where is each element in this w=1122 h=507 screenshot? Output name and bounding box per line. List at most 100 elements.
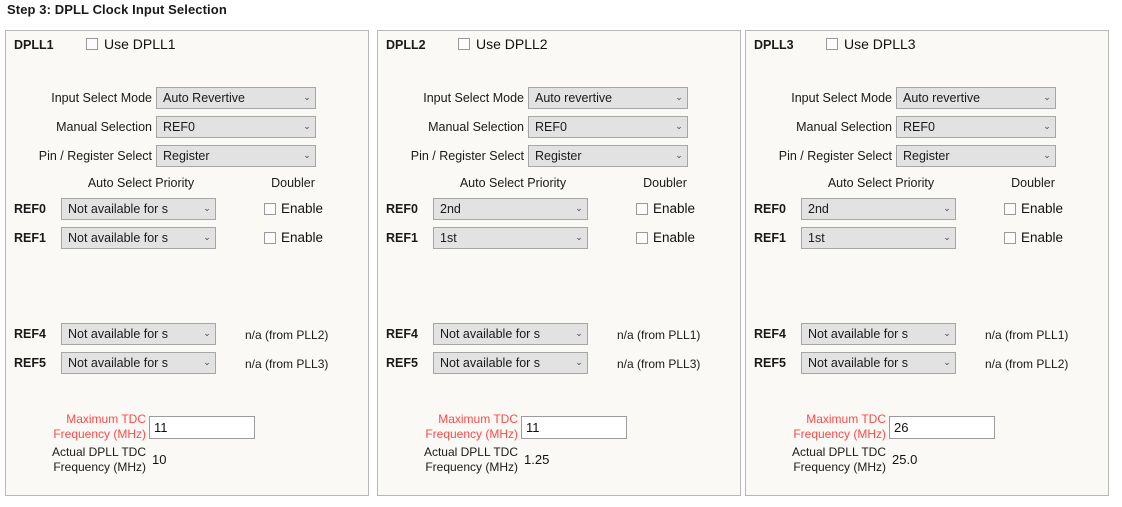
use-dpll-checkbox-1[interactable] (86, 38, 98, 50)
ref-label-ref1-3: REF1 (754, 231, 786, 245)
panel-header-3: DPLL3Use DPLL3 (746, 36, 1108, 58)
doubler-row-ref1-1[interactable]: Enable (264, 230, 323, 245)
max-tdc-frequency-label-1: Maximum TDCFrequency (MHz) (16, 412, 146, 442)
doubler-checkbox-ref0-1[interactable] (264, 203, 276, 215)
doubler-header-3: Doubler (978, 176, 1088, 190)
priority-select-ref5-3-value: Not available for s (802, 356, 939, 370)
chevron-down-icon: ⌄ (199, 329, 215, 340)
panel-title-2: DPLL2 (386, 38, 426, 52)
ref-label-ref4-2: REF4 (386, 327, 418, 341)
max-tdc-label-line2-3: Frequency (MHz) (756, 427, 886, 442)
ref-label-ref1-1: REF1 (14, 231, 46, 245)
ref-label-ref4-1: REF4 (14, 327, 46, 341)
doubler-row-ref1-2[interactable]: Enable (636, 230, 695, 245)
priority-select-ref0-3[interactable]: 2nd⌄ (801, 198, 956, 220)
chevron-down-icon: ⌄ (1039, 93, 1055, 104)
pin-register-select-label-3: Pin / Register Select (756, 149, 892, 163)
pin-register-select-label-1: Pin / Register Select (16, 149, 152, 163)
chevron-down-icon: ⌄ (571, 358, 587, 369)
step-title: Step 3: DPLL Clock Input Selection (7, 2, 227, 17)
doubler-row-ref1-3[interactable]: Enable (1004, 230, 1063, 245)
doubler-checkbox-ref1-2[interactable] (636, 232, 648, 244)
chevron-down-icon: ⌄ (571, 233, 587, 244)
chevron-down-icon: ⌄ (1039, 151, 1055, 162)
use-dpll-checkbox-row-3[interactable]: Use DPLL3 (826, 36, 916, 52)
priority-select-ref5-3[interactable]: Not available for s⌄ (801, 352, 956, 374)
auto-select-priority-header-2: Auto Select Priority (433, 176, 593, 190)
max-tdc-frequency-input-2[interactable]: 11 (521, 416, 627, 439)
manual-selection-select-3[interactable]: REF0⌄ (896, 116, 1056, 138)
doubler-checkbox-ref0-2[interactable] (636, 203, 648, 215)
priority-select-ref0-3-value: 2nd (802, 202, 939, 216)
doubler-checkbox-ref0-3[interactable] (1004, 203, 1016, 215)
actual-tdc-frequency-label-2: Actual DPLL TDCFrequency (MHz) (388, 445, 518, 475)
priority-select-ref1-1[interactable]: Not available for s⌄ (61, 227, 216, 249)
priority-select-ref4-1[interactable]: Not available for s⌄ (61, 323, 216, 345)
ref-label-ref1-2: REF1 (386, 231, 418, 245)
priority-select-ref4-2-value: Not available for s (434, 327, 571, 341)
doubler-checkbox-ref1-3[interactable] (1004, 232, 1016, 244)
max-tdc-frequency-input-1[interactable]: 11 (149, 416, 255, 439)
use-dpll-checkbox-row-1[interactable]: Use DPLL1 (86, 36, 176, 52)
actual-tdc-frequency-value-3: 25.0 (892, 452, 917, 467)
input-select-mode-select-1-value: Auto Revertive (157, 91, 299, 105)
priority-select-ref4-3[interactable]: Not available for s⌄ (801, 323, 956, 345)
input-select-mode-label-1: Input Select Mode (16, 91, 152, 105)
manual-selection-select-2[interactable]: REF0⌄ (528, 116, 688, 138)
pin-register-select-select-2[interactable]: Register⌄ (528, 145, 688, 167)
input-select-mode-label-2: Input Select Mode (388, 91, 524, 105)
use-dpll-checkbox-2[interactable] (458, 38, 470, 50)
doubler-header-2: Doubler (610, 176, 720, 190)
manual-selection-select-2-value: REF0 (529, 120, 671, 134)
doubler-row-ref0-2[interactable]: Enable (636, 201, 695, 216)
input-select-mode-select-2[interactable]: Auto revertive⌄ (528, 87, 688, 109)
max-tdc-label-line1-3: Maximum TDC (756, 412, 886, 427)
use-dpll-label-1: Use DPLL1 (104, 36, 176, 52)
chevron-down-icon: ⌄ (299, 122, 315, 133)
manual-selection-select-1[interactable]: REF0⌄ (156, 116, 316, 138)
actual-tdc-label-line2-3: Frequency (MHz) (756, 460, 886, 475)
source-note-ref4-3: n/a (from PLL1) (985, 328, 1068, 342)
priority-select-ref0-2[interactable]: 2nd⌄ (433, 198, 588, 220)
panel-title-1: DPLL1 (14, 38, 54, 52)
actual-tdc-frequency-label-3: Actual DPLL TDCFrequency (MHz) (756, 445, 886, 475)
use-dpll-checkbox-row-2[interactable]: Use DPLL2 (458, 36, 548, 52)
max-tdc-label-line2-1: Frequency (MHz) (16, 427, 146, 442)
source-note-ref4-1: n/a (from PLL2) (245, 328, 328, 342)
doubler-row-ref0-1[interactable]: Enable (264, 201, 323, 216)
doubler-checkbox-ref1-1[interactable] (264, 232, 276, 244)
use-dpll-checkbox-3[interactable] (826, 38, 838, 50)
priority-select-ref5-1[interactable]: Not available for s⌄ (61, 352, 216, 374)
actual-tdc-label-line2-2: Frequency (MHz) (388, 460, 518, 475)
pin-register-select-select-1[interactable]: Register⌄ (156, 145, 316, 167)
ref-label-ref5-2: REF5 (386, 356, 418, 370)
ref-label-ref0-2: REF0 (386, 202, 418, 216)
manual-selection-select-1-value: REF0 (157, 120, 299, 134)
priority-select-ref0-1[interactable]: Not available for s⌄ (61, 198, 216, 220)
chevron-down-icon: ⌄ (939, 329, 955, 340)
actual-tdc-frequency-value-2: 1.25 (524, 452, 549, 467)
input-select-mode-select-3-value: Auto revertive (897, 91, 1039, 105)
max-tdc-frequency-input-3[interactable]: 26 (889, 416, 995, 439)
auto-select-priority-header-3: Auto Select Priority (801, 176, 961, 190)
priority-select-ref1-2[interactable]: 1st⌄ (433, 227, 588, 249)
priority-select-ref4-2[interactable]: Not available for s⌄ (433, 323, 588, 345)
input-select-mode-select-1[interactable]: Auto Revertive⌄ (156, 87, 316, 109)
max-tdc-frequency-label-3: Maximum TDCFrequency (MHz) (756, 412, 886, 442)
input-select-mode-select-3[interactable]: Auto revertive⌄ (896, 87, 1056, 109)
ref-label-ref5-3: REF5 (754, 356, 786, 370)
priority-select-ref1-3[interactable]: 1st⌄ (801, 227, 956, 249)
use-dpll-label-3: Use DPLL3 (844, 36, 916, 52)
auto-select-priority-header-1: Auto Select Priority (61, 176, 221, 190)
chevron-down-icon: ⌄ (299, 151, 315, 162)
source-note-ref5-3: n/a (from PLL2) (985, 357, 1068, 371)
pin-register-select-select-1-value: Register (157, 149, 299, 163)
priority-select-ref5-2[interactable]: Not available for s⌄ (433, 352, 588, 374)
pin-register-select-select-3[interactable]: Register⌄ (896, 145, 1056, 167)
manual-selection-select-3-value: REF0 (897, 120, 1039, 134)
actual-tdc-label-line1-2: Actual DPLL TDC (388, 445, 518, 460)
pin-register-select-select-3-value: Register (897, 149, 1039, 163)
max-tdc-frequency-value-2: 11 (526, 420, 540, 435)
ref-label-ref5-1: REF5 (14, 356, 46, 370)
doubler-row-ref0-3[interactable]: Enable (1004, 201, 1063, 216)
